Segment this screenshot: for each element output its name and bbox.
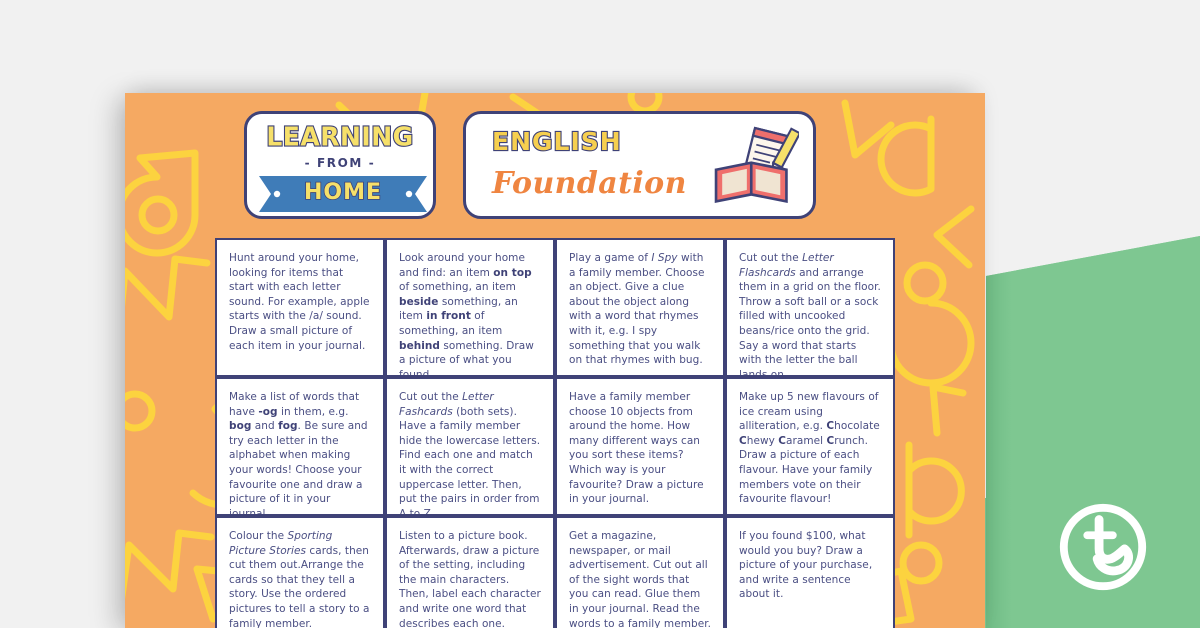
activity-text: Play a game of I Spy with a family membe… [569,252,705,367]
activity-cell: Colour the Sporting Picture Stories card… [215,516,385,628]
activity-text: Cut out the Letter Flashcards and arrang… [739,252,881,377]
activity-text: Make up 5 new flavours of ice cream usin… [739,391,880,506]
activity-cell: Hunt around your home, looking for items… [215,238,385,377]
poster-header: LEARNING - FROM - HOME ENGLISH Foundatio… [125,93,985,231]
activity-cell: Get a magazine, newspaper, or mail adver… [555,516,725,628]
activity-cell: Make a list of words that have -og in th… [215,377,385,516]
activity-text: Cut out the Letter Fashcards (both sets)… [399,391,541,516]
activity-cell: Play a game of I Spy with a family membe… [555,238,725,377]
activity-text: Have a family member choose 10 objects f… [569,391,704,506]
activity-cell: Make up 5 new flavours of ice cream usin… [725,377,895,516]
teach-starter-logo-icon [1059,503,1147,591]
activity-cell: Cut out the Letter Fashcards (both sets)… [385,377,555,516]
open-book-and-pencil-icon [714,126,799,204]
worksheet-poster: LEARNING - FROM - HOME ENGLISH Foundatio… [125,93,985,628]
activity-text: Hunt around your home, looking for items… [229,252,370,352]
lfh-home-text: HOME [303,179,383,206]
poster-preview-canvas: LEARNING - FROM - HOME ENGLISH Foundatio… [0,0,1200,628]
year-level-label: Foundation [492,166,687,201]
activity-grid: Hunt around your home, looking for items… [215,238,895,628]
activity-text: Get a magazine, newspaper, or mail adver… [569,530,711,628]
activity-cell: Cut out the Letter Flashcards and arrang… [725,238,895,377]
subject-level-badge: ENGLISH Foundation [463,111,816,219]
activity-cell: If you found $100, what would you buy? D… [725,516,895,628]
activity-text: Colour the Sporting Picture Stories card… [229,530,370,628]
lfh-from-text: - FROM - [304,156,376,170]
activity-text: Listen to a picture book. Afterwards, dr… [399,530,541,628]
learning-from-home-badge: LEARNING - FROM - HOME [244,111,436,219]
activity-text: Make a list of words that have -og in th… [229,391,368,516]
activity-cell: Have a family member choose 10 objects f… [555,377,725,516]
activity-text: If you found $100, what would you buy? D… [739,530,873,601]
activity-text: Look around your home and find: an item … [399,252,534,377]
activity-cell: Listen to a picture book. Afterwards, dr… [385,516,555,628]
activity-cell: Look around your home and find: an item … [385,238,555,377]
subject-title: ENGLISH [491,126,622,157]
lfh-learning-text: LEARNING [265,120,414,152]
